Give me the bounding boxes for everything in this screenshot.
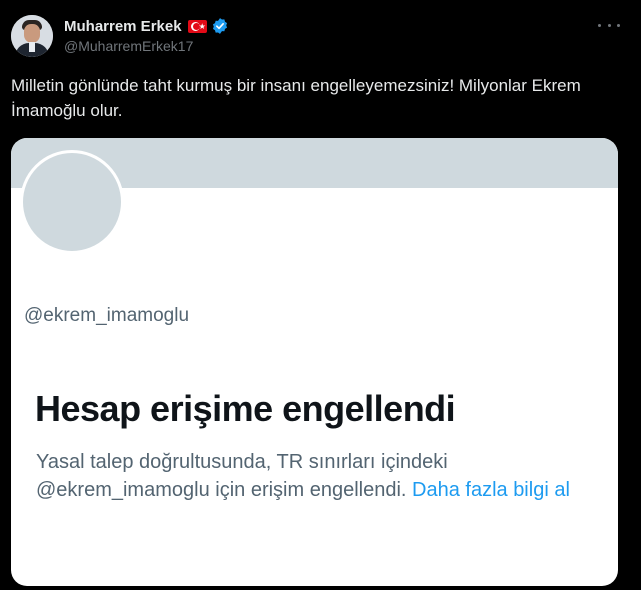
author-name-row: Muharrem Erkek ★ <box>64 16 229 36</box>
profile-picture-placeholder <box>20 150 124 254</box>
turkey-flag-icon: ★ <box>187 19 207 33</box>
card-handle: @ekrem_imamoglu <box>24 305 190 326</box>
tweet[interactable]: Muharrem Erkek ★ @MuharremErkek17 Millet… <box>0 0 641 590</box>
card-description: Yasal talep doğrultusunda, TR sınırları … <box>36 448 601 504</box>
embedded-image-card[interactable]: @ekrem_imamoglu Hesap erişime engellendi… <box>11 138 618 586</box>
card-description-text: Yasal talep doğrultusunda, TR sınırları … <box>36 451 448 501</box>
verified-badge-icon[interactable] <box>211 17 229 35</box>
tweet-text: Milletin gönlünde taht kurmuş bir insanı… <box>11 76 581 120</box>
card-title: Hesap erişime engellendi <box>35 388 456 429</box>
more-options-icon[interactable] <box>598 16 620 34</box>
author-name[interactable]: Muharrem Erkek <box>64 18 182 35</box>
author-avatar[interactable] <box>11 15 53 57</box>
learn-more-link[interactable]: Daha fazla bilgi al <box>412 479 570 501</box>
author-handle[interactable]: @MuharremErkek17 <box>64 38 193 54</box>
